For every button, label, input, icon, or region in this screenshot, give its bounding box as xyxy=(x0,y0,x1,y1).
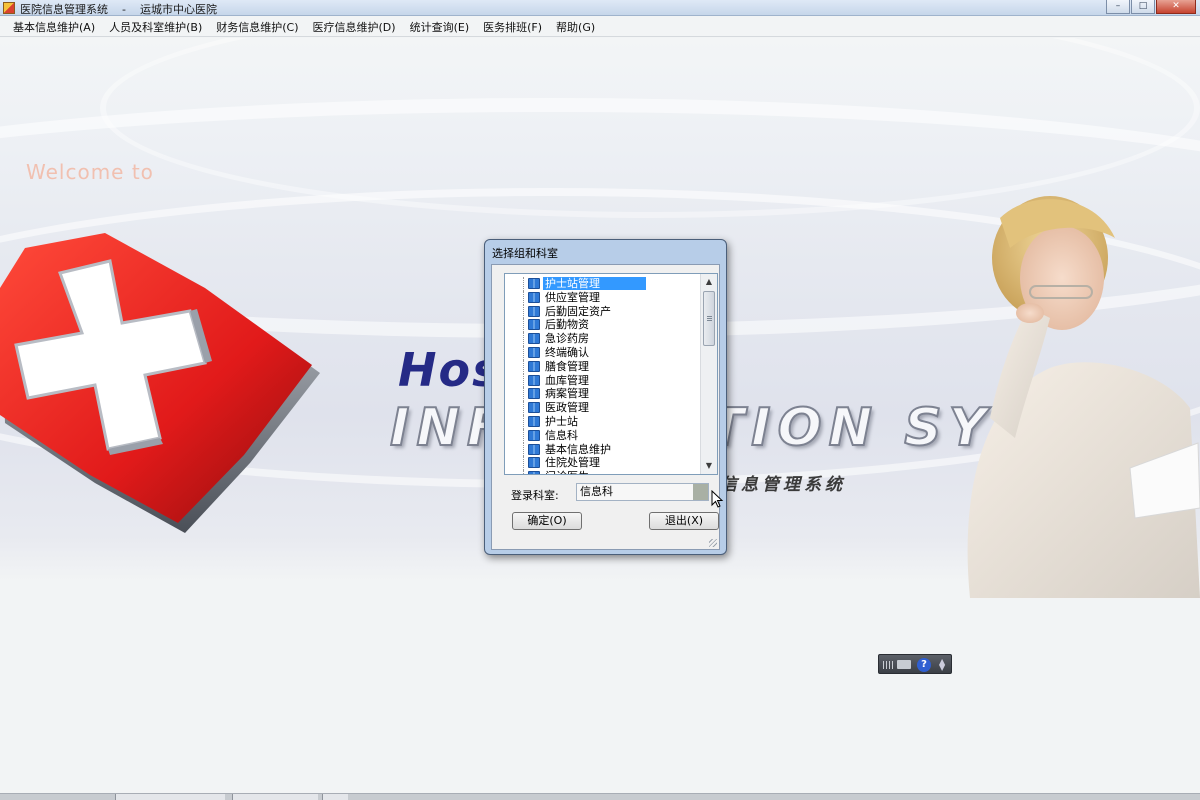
maximize-button[interactable]: □ xyxy=(1131,0,1155,14)
tree-item-label: 基本信息维护 xyxy=(545,442,611,456)
title-bar: 医院信息管理系统 - 运城市中心医院 – □ ✕ xyxy=(0,0,1200,16)
tree-item-label: 急诊药房 xyxy=(545,332,589,346)
resize-grip-icon[interactable] xyxy=(709,539,717,547)
book-icon xyxy=(528,374,540,386)
menu-medical-info[interactable]: 医疗信息维护(D) xyxy=(308,16,405,36)
login-department-label: 登录科室: xyxy=(511,489,559,502)
dialog-body: 护士站管理 供应室管理 后勤固定资产 后勤物资 急诊药房 终端确认 膳食管理 血库管理 病案管理… xyxy=(491,264,724,550)
close-button[interactable]: ✕ xyxy=(1156,0,1196,14)
book-icon xyxy=(528,333,540,345)
tree-item-label: 血库管理 xyxy=(545,373,589,387)
tree-item-label: 后勤物资 xyxy=(545,318,589,332)
taskbar-strip xyxy=(0,793,1200,800)
tree-item-label: 信息科 xyxy=(545,428,578,442)
book-icon xyxy=(528,291,540,303)
menu-scheduling[interactable]: 医务排班(F) xyxy=(478,16,551,36)
tree-item[interactable]: 住院处管理 xyxy=(505,456,701,470)
grip-icon xyxy=(883,661,893,669)
scroll-down-icon[interactable]: ▼ xyxy=(701,458,717,474)
tree-item-label: 后勤固定资产 xyxy=(545,304,611,318)
menu-staff-departments[interactable]: 人员及科室维护(B) xyxy=(104,16,211,36)
tree-item[interactable]: 护士站管理 xyxy=(505,277,701,291)
book-icon xyxy=(528,388,540,400)
department-tree[interactable]: 护士站管理 供应室管理 后勤固定资产 后勤物资 急诊药房 终端确认 膳食管理 血库管理 病案管理… xyxy=(504,273,718,475)
tree-item-label: 门诊医生 xyxy=(543,470,591,474)
exit-button[interactable]: 退出(X) xyxy=(649,512,719,530)
book-icon xyxy=(528,346,540,358)
welcome-text: Welcome to xyxy=(26,160,154,184)
tree-item-label: 膳食管理 xyxy=(545,359,589,373)
tree-item[interactable]: 后勤固定资产 xyxy=(505,304,701,319)
window-controls: – □ ✕ xyxy=(1106,0,1196,15)
book-icon xyxy=(528,429,540,441)
mouse-cursor-icon xyxy=(711,490,724,508)
tree-item[interactable]: 医政管理 xyxy=(505,401,701,415)
scroll-thumb[interactable] xyxy=(703,291,715,346)
tree-item[interactable]: 急诊药房 xyxy=(505,332,701,346)
tree-item[interactable]: 护士站 xyxy=(505,414,701,429)
tree-scrollbar[interactable]: ▲ ▼ xyxy=(700,274,717,474)
tree-item[interactable]: 后勤物资 xyxy=(505,318,701,332)
menu-statistics[interactable]: 统计查询(E) xyxy=(405,16,479,36)
book-icon xyxy=(528,443,540,455)
select-department-dialog: 选择组和科室 护士站管理 供应室管理 后勤固定资产 后勤物资 急诊药房 终端确认 膳食管理血… xyxy=(484,239,727,555)
menu-finance[interactable]: 财务信息维护(C) xyxy=(211,16,307,36)
app-icon xyxy=(3,2,15,14)
minimize-button[interactable]: – xyxy=(1106,0,1130,14)
tree-item-label: 医政管理 xyxy=(545,401,589,415)
chinese-system-title: 信息管理系统 xyxy=(720,475,846,495)
tree-item[interactable]: 终端确认 xyxy=(505,345,701,360)
options-arrow-icon[interactable]: ▲ ▼ xyxy=(939,658,945,672)
login-department-value: 信息科 xyxy=(580,485,613,498)
book-icon xyxy=(528,319,540,331)
tree-item[interactable]: 膳食管理 xyxy=(505,359,701,374)
tree-item[interactable]: 病案管理 xyxy=(505,387,701,401)
tree-item[interactable]: 基本信息维护 xyxy=(505,442,701,457)
keyboard-icon[interactable] xyxy=(897,660,911,669)
red-cross-logo xyxy=(0,233,320,533)
taskbar-item[interactable] xyxy=(115,794,225,800)
login-department-field[interactable]: 信息科 xyxy=(576,483,709,501)
window-title: 医院信息管理系统 - 运城市中心医院 xyxy=(20,3,217,16)
tree-item[interactable]: 门诊医生 xyxy=(505,470,701,474)
dialog-title: 选择组和科室 xyxy=(492,247,558,260)
taskbar-item[interactable] xyxy=(232,794,318,800)
book-icon xyxy=(528,471,540,474)
language-toolbar[interactable]: ? ▲ ▼ xyxy=(878,654,952,674)
tree-item-label: 护士站 xyxy=(545,414,578,428)
tree-item[interactable]: 供应室管理 xyxy=(505,290,701,305)
dropdown-button[interactable] xyxy=(693,484,708,500)
tree-list: 护士站管理 供应室管理 后勤固定资产 后勤物资 急诊药房 终端确认 膳食管理 血库管理 病案管理… xyxy=(505,277,701,474)
tree-item-label: 终端确认 xyxy=(545,345,589,359)
tree-item-label: 供应室管理 xyxy=(545,290,600,304)
menu-basic-info[interactable]: 基本信息维护(A) xyxy=(8,16,104,36)
book-icon xyxy=(528,305,540,317)
book-icon xyxy=(528,457,540,469)
tree-item[interactable]: 血库管理 xyxy=(505,373,701,388)
book-icon xyxy=(528,415,540,427)
book-icon xyxy=(528,402,540,414)
nurse-illustration xyxy=(967,196,1200,598)
menu-help[interactable]: 帮助(G) xyxy=(551,16,604,36)
tree-item[interactable]: 信息科 xyxy=(505,428,701,443)
ok-button[interactable]: 确定(O) xyxy=(512,512,582,530)
help-icon[interactable]: ? xyxy=(917,658,931,672)
taskbar-item[interactable] xyxy=(322,794,348,800)
scroll-up-icon[interactable]: ▲ xyxy=(701,274,717,290)
menu-bar: 基本信息维护(A) 人员及科室维护(B) 财务信息维护(C) 医疗信息维护(D)… xyxy=(0,16,1200,37)
book-icon xyxy=(528,278,540,289)
book-icon xyxy=(528,360,540,372)
tree-item-label: 护士站管理 xyxy=(543,277,646,290)
tree-item-label: 病案管理 xyxy=(545,387,589,401)
tree-item-label: 住院处管理 xyxy=(545,456,600,470)
